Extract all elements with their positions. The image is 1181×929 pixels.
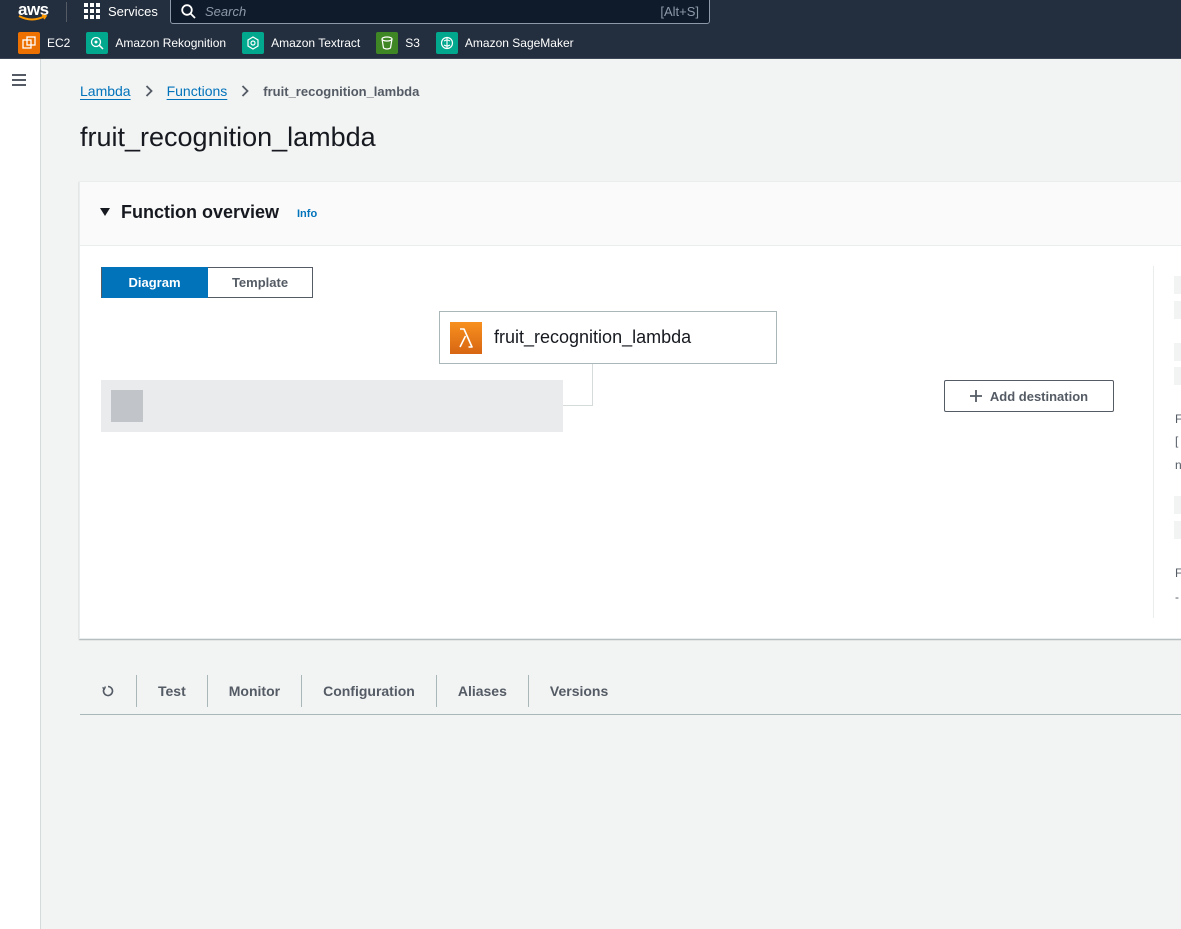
function-overview-header[interactable]: Function overview Info	[80, 182, 1181, 246]
details-text-clipped: -	[1175, 590, 1179, 604]
function-overview-panel: Function overview Info Diagram Template …	[79, 181, 1181, 639]
favorite-ec2[interactable]: EC2	[18, 32, 70, 54]
top-navigation: aws Services [Alt+S]	[0, 0, 1181, 28]
caret-down-icon[interactable]	[100, 208, 110, 216]
search-bar[interactable]: [Alt+S]	[170, 0, 710, 24]
details-text-clipped: [	[1175, 434, 1179, 448]
details-placeholder	[1174, 367, 1181, 385]
services-menu-button[interactable]: Services	[84, 2, 158, 20]
details-placeholder	[1174, 343, 1181, 361]
search-shortcut-hint: [Alt+S]	[660, 4, 699, 19]
favorite-amazon-textract[interactable]: Amazon Textract	[242, 32, 360, 54]
lambda-icon	[450, 321, 482, 354]
function-overview-title: Function overview	[121, 202, 280, 222]
template-segment-button[interactable]: Template	[208, 267, 313, 298]
info-link[interactable]: Info	[297, 208, 317, 220]
details-text-clipped: F	[1175, 412, 1181, 426]
function-node[interactable]: fruit_recognition_lambda	[439, 311, 777, 364]
favorite-label: S3	[405, 36, 420, 50]
details-placeholder	[1174, 276, 1181, 294]
favorite-amazon-sagemaker[interactable]: Amazon SageMaker	[435, 32, 574, 54]
search-input[interactable]	[205, 4, 661, 19]
favorite-label: Amazon Textract	[271, 36, 361, 50]
view-segmented-control: Diagram Template	[101, 267, 313, 298]
tab-configuration[interactable]: Configuration	[302, 675, 437, 707]
breadcrumb: Lambda Functions fruit_recognition_lambd…	[80, 81, 419, 101]
diagram-connector	[563, 364, 593, 406]
s3-icon	[376, 32, 399, 54]
ec2-icon	[18, 32, 40, 54]
favorite-label: EC2	[47, 36, 71, 50]
favorite-amazon-rekognition[interactable]: Amazon Rekognition	[86, 32, 226, 54]
trigger-placeholder	[101, 380, 563, 432]
refresh-icon[interactable]	[80, 675, 137, 707]
details-placeholder	[1174, 521, 1181, 539]
tab-versions[interactable]: Versions	[529, 675, 629, 707]
chevron-right-icon	[241, 85, 250, 97]
add-destination-label: Add destination	[989, 388, 1089, 404]
breadcrumb-functions-link[interactable]: Functions	[167, 83, 228, 99]
add-destination-button[interactable]: Add destination	[944, 380, 1114, 412]
details-text-clipped: F	[1175, 566, 1181, 580]
trigger-placeholder-icon	[111, 390, 143, 422]
favorites-bar: EC2 Amazon Rekognition Amazon Textract S…	[0, 28, 1181, 59]
breadcrumb-lambda-link[interactable]: Lambda	[80, 83, 131, 99]
textract-icon	[242, 32, 265, 54]
favorite-label: Amazon Rekognition	[115, 36, 227, 50]
sagemaker-icon	[435, 32, 458, 54]
search-icon	[171, 4, 205, 19]
services-grid-icon	[84, 3, 100, 19]
tab-aliases[interactable]: Aliases	[437, 675, 529, 707]
menu-icon[interactable]	[12, 74, 26, 86]
plus-icon	[969, 390, 982, 402]
favorite-s3[interactable]: S3	[376, 32, 420, 54]
rekognition-icon	[86, 32, 109, 54]
details-text-clipped: n	[1175, 458, 1181, 472]
details-divider	[1153, 266, 1154, 618]
details-placeholder	[1174, 301, 1181, 319]
nav-divider	[66, 2, 67, 22]
left-navigation-rail	[0, 59, 41, 929]
breadcrumb-current: fruit_recognition_lambda	[263, 83, 420, 99]
diagram-segment-button[interactable]: Diagram	[101, 267, 208, 298]
chevron-right-icon	[145, 85, 153, 97]
services-label: Services	[108, 3, 158, 19]
favorite-label: Amazon SageMaker	[464, 36, 574, 50]
function-tabs: Test Monitor Configuration Aliases Versi…	[80, 668, 1181, 715]
tab-monitor[interactable]: Monitor	[208, 675, 303, 707]
page-title: fruit_recognition_lambda	[80, 122, 376, 152]
aws-logo[interactable]: aws	[18, 0, 50, 24]
function-node-name: fruit_recognition_lambda	[494, 327, 692, 347]
tab-test[interactable]: Test	[137, 675, 208, 707]
aws-smile-icon	[18, 14, 48, 21]
details-placeholder	[1174, 496, 1181, 514]
